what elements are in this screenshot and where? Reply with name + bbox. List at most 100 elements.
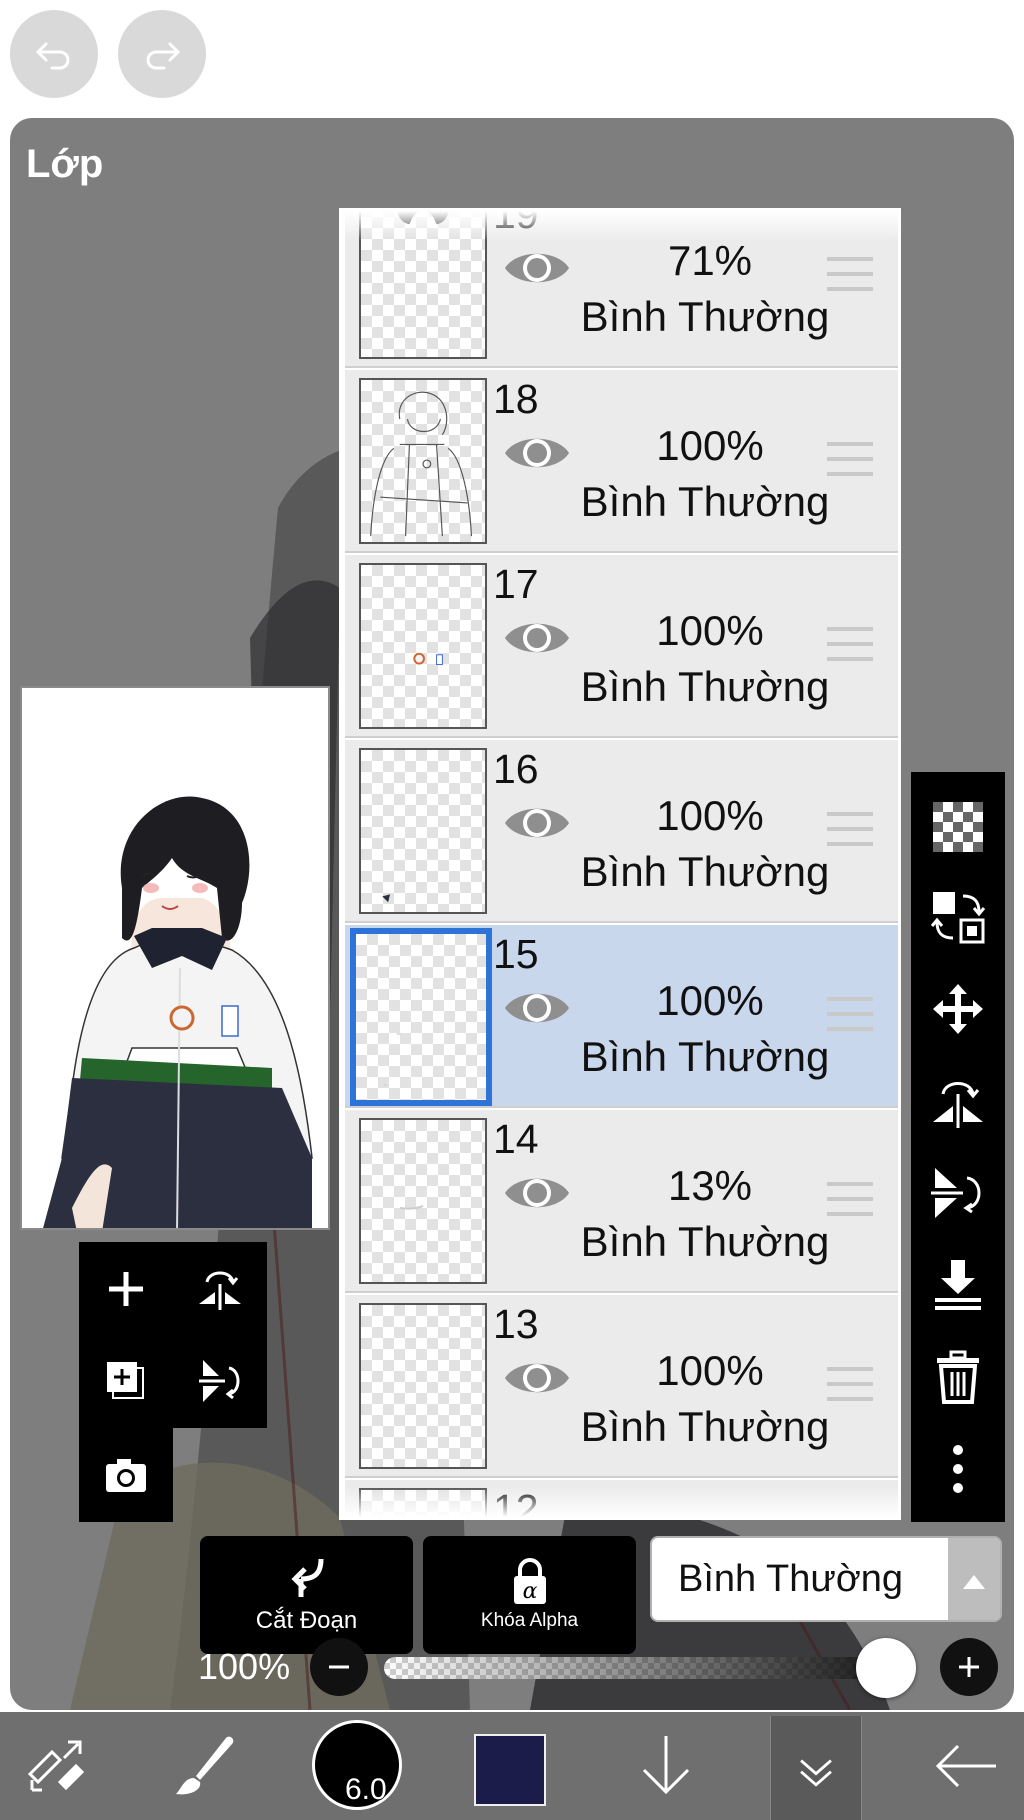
flip-vertical-icon <box>931 1168 981 1218</box>
opacity-slider-track[interactable] <box>384 1657 904 1679</box>
drag-handle-icon[interactable] <box>827 625 873 663</box>
add-layer-button[interactable] <box>79 1242 173 1336</box>
drag-handle-icon[interactable] <box>827 1180 873 1218</box>
drag-handle-icon[interactable] <box>827 810 873 848</box>
move-icon <box>933 984 983 1034</box>
alpha-lock-button[interactable]: α Khóa Alpha <box>423 1536 636 1654</box>
checkerboard-icon <box>933 802 983 852</box>
undo-button[interactable] <box>10 10 98 98</box>
eye-icon[interactable] <box>503 800 571 846</box>
flip-horizontal-icon <box>199 1271 241 1310</box>
redo-button[interactable] <box>118 10 206 98</box>
layer-row[interactable]: 13 100% Bình Thường <box>345 1295 898 1478</box>
blend-mode-value: Bình Thường <box>678 1558 904 1600</box>
layer-blend-mode: Bình Thường <box>580 848 830 895</box>
layer-preview-image <box>20 686 330 1230</box>
bottom-toolbar: 6.0 <box>0 1712 1024 1820</box>
move-layer-button[interactable] <box>911 964 1005 1054</box>
layer-opacity: 100% <box>656 792 764 839</box>
more-icon <box>953 1445 963 1493</box>
opacity-decrease-button[interactable] <box>310 1638 368 1696</box>
add-layer-copy-icon <box>107 1362 144 1399</box>
add-layer-copy-button[interactable] <box>79 1334 173 1428</box>
opacity-slider-knob[interactable] <box>856 1638 916 1698</box>
layer-row[interactable]: 15 100% Bình Thường <box>345 925 898 1108</box>
list-bottom-fade <box>345 1487 898 1517</box>
flip-vertical-button[interactable] <box>911 1148 1005 1238</box>
layer-down-button[interactable] <box>620 1712 712 1820</box>
layer-thumbnail[interactable] <box>359 563 487 729</box>
layer-opacity: 71% <box>667 237 753 284</box>
opacity-label: 100% <box>198 1646 291 1687</box>
color-picker-button[interactable] <box>474 1734 546 1806</box>
layer-opacity: 13% <box>667 1162 753 1209</box>
brush-size-button[interactable]: 6.0 <box>312 1720 402 1810</box>
layer-row[interactable]: 14 13% Bình Thường <box>345 1110 898 1293</box>
tool-select-button[interactable] <box>10 1712 102 1820</box>
layer-blend-mode: Bình Thường <box>580 663 830 710</box>
svg-text:α: α <box>522 1579 537 1604</box>
app-root: Lớp 71% Bình Thường 18 100% Bình Thường … <box>0 0 1024 1820</box>
layer-blend-mode: Bình Thường <box>580 1403 830 1450</box>
clipping-button[interactable]: Cắt Đoạn <box>200 1536 413 1654</box>
eye-icon[interactable] <box>503 1170 571 1216</box>
layer-thumbnail[interactable] <box>350 928 492 1106</box>
layer-number: 15 <box>493 931 539 977</box>
layer-blend-mode: Bình Thường <box>580 1218 830 1265</box>
layer-thumbnail[interactable] <box>359 378 487 544</box>
more-options-button[interactable] <box>911 1424 1005 1514</box>
clipping-arrow-icon <box>290 1558 323 1597</box>
layer-list[interactable]: 1971%Bình Thường18100%Bình Thường17100%B… <box>339 208 901 1520</box>
brush-tool-button[interactable] <box>160 1712 252 1820</box>
layer-blend-mode: Bình Thường <box>580 478 830 525</box>
layer-swap-icon <box>930 892 986 944</box>
layer-row[interactable]: 18 100% Bình Thường <box>345 370 898 553</box>
merge-down-button[interactable] <box>911 1240 1005 1330</box>
drag-handle-icon[interactable] <box>827 255 873 293</box>
layer-number: 16 <box>493 746 539 792</box>
trash-icon <box>937 1350 979 1404</box>
flip-horizontal-icon <box>933 1082 983 1128</box>
layer-row[interactable]: 16 100% Bình Thường <box>345 740 898 923</box>
eye-icon[interactable] <box>503 615 571 661</box>
brush-icon <box>176 1736 234 1795</box>
blend-mode-select[interactable]: Bình Thường <box>650 1536 1002 1622</box>
drag-handle-icon[interactable] <box>827 995 873 1033</box>
layer-number: 14 <box>493 1116 539 1162</box>
layer-swap-button[interactable] <box>911 872 1005 962</box>
clipping-label: Cắt Đoạn <box>255 1607 358 1634</box>
double-chevron-down-icon <box>800 1759 832 1787</box>
delete-layer-button[interactable] <box>911 1332 1005 1422</box>
camera-icon <box>106 1459 146 1492</box>
layer-row[interactable]: 17 100% Bình Thường <box>345 555 898 738</box>
camera-import-button[interactable] <box>79 1428 173 1522</box>
undo-arrow-icon <box>36 42 70 70</box>
layer-opacity: 100% <box>656 607 764 654</box>
layer-thumbnail[interactable] <box>359 748 487 914</box>
layers-button[interactable] <box>770 1716 862 1820</box>
arrow-down-icon <box>642 1736 690 1795</box>
eye-icon[interactable] <box>503 1355 571 1401</box>
tool-switch-icon <box>27 1740 85 1792</box>
transparent-fill-button[interactable] <box>911 782 1005 872</box>
layer-thumbnail[interactable] <box>359 1118 487 1284</box>
eye-icon[interactable] <box>503 430 571 476</box>
flip-horizontal-button[interactable] <box>911 1056 1005 1146</box>
brush-size-value: 6.0 <box>345 1773 387 1806</box>
layer-blend-mode: Bình Thường <box>580 293 830 340</box>
panel-title: Lớp <box>26 142 104 186</box>
drag-handle-icon[interactable] <box>827 1365 873 1403</box>
back-button[interactable] <box>920 1712 1012 1820</box>
plus-icon <box>109 1272 143 1306</box>
alpha-lock-label: Khóa Alpha <box>480 1610 579 1631</box>
layer-tools-toolbar <box>911 772 1005 1522</box>
layer-number: 17 <box>493 561 539 607</box>
layer-blend-mode: Bình Thường <box>580 1033 830 1080</box>
eye-icon[interactable] <box>503 985 571 1031</box>
flip-layer-horizontal-button[interactable] <box>173 1242 267 1336</box>
drag-handle-icon[interactable] <box>827 440 873 478</box>
eye-icon[interactable] <box>503 245 571 291</box>
opacity-increase-button[interactable] <box>940 1638 998 1696</box>
layer-thumbnail[interactable] <box>359 1303 487 1469</box>
flip-layer-vertical-button[interactable] <box>173 1334 267 1428</box>
